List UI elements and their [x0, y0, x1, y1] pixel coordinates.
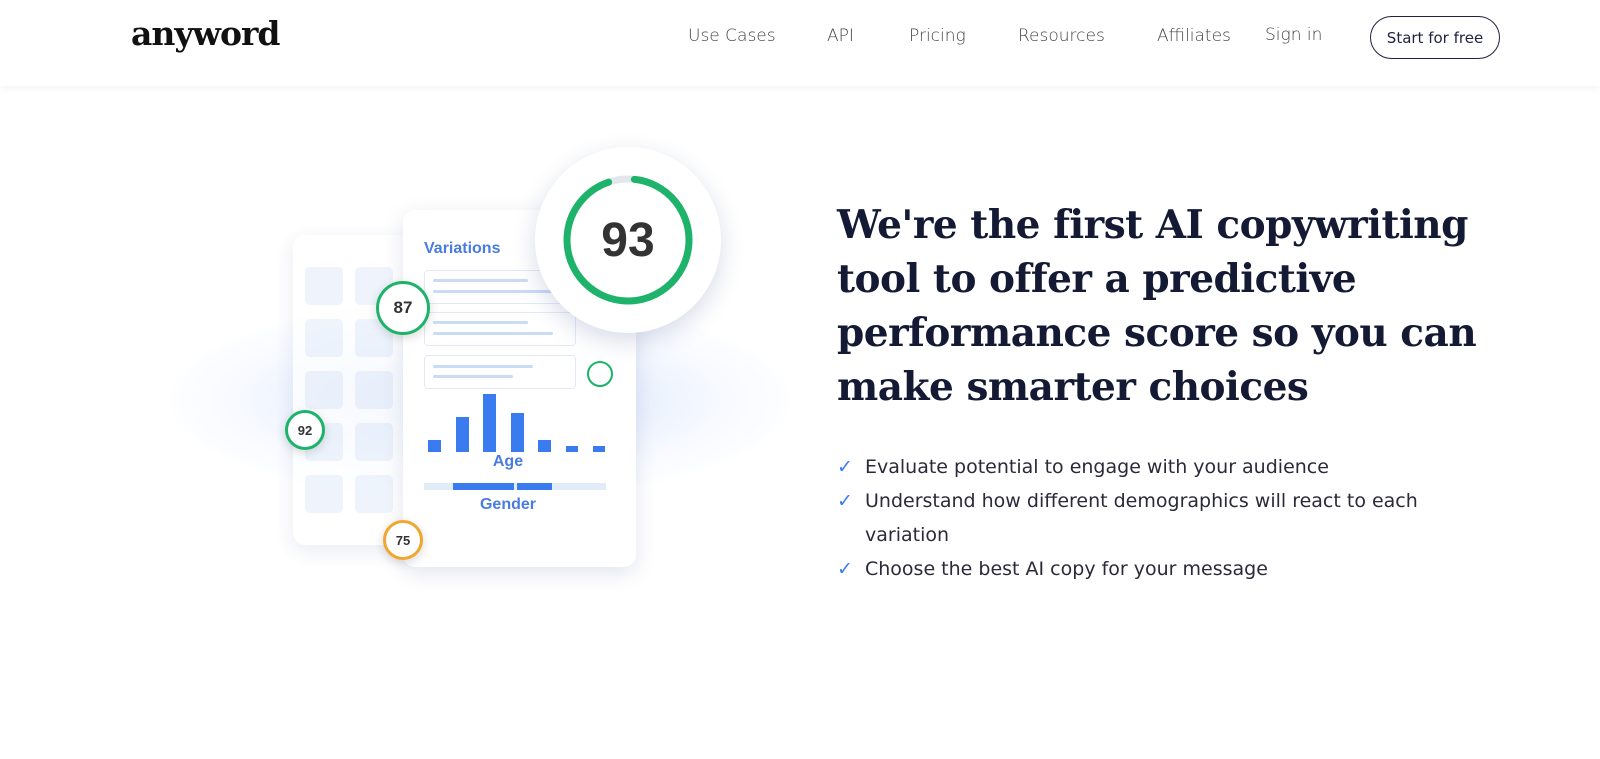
age-bar	[455, 417, 469, 452]
score-badge-87: 87	[376, 281, 430, 335]
nav-affiliates[interactable]: Affiliates	[1157, 26, 1231, 46]
gender-bar-female	[517, 483, 552, 490]
age-bar	[538, 440, 551, 452]
score-badge-75: 75	[383, 520, 423, 560]
hero-headline: We're the first AI copywriting tool to o…	[837, 202, 1477, 410]
background-card	[293, 235, 408, 545]
main-score-badge: 93	[535, 147, 721, 333]
check-icon: ✓	[837, 456, 853, 478]
nav-pricing[interactable]: Pricing	[909, 26, 966, 46]
feature-list: ✓ Evaluate potential to engage with your …	[837, 450, 1457, 586]
age-bar	[483, 394, 496, 452]
check-icon: ✓	[837, 558, 853, 580]
sign-in-link[interactable]: Sign in	[1265, 25, 1322, 45]
site-header: anyword Use Cases API Pricing Resources …	[0, 0, 1600, 86]
nav-resources[interactable]: Resources	[1018, 26, 1105, 46]
age-label: Age	[492, 453, 524, 470]
nav-use-cases[interactable]: Use Cases	[688, 26, 776, 46]
age-bar	[428, 440, 441, 452]
variations-title: Variations	[424, 240, 501, 257]
feature-item: ✓ Understand how different demographics w…	[837, 484, 1457, 552]
start-for-free-button[interactable]: Start for free	[1370, 16, 1500, 59]
main-score: 93	[601, 213, 655, 267]
score-badge-92: 92	[285, 410, 325, 450]
gender-label: Gender	[479, 496, 536, 513]
nav-api[interactable]: API	[827, 26, 854, 46]
age-bar	[510, 413, 524, 452]
check-icon: ✓	[837, 490, 853, 512]
feature-item: ✓ Choose the best AI copy for your messag…	[837, 552, 1457, 586]
logo[interactable]: anyword	[131, 14, 280, 53]
age-bar	[565, 446, 578, 452]
age-bar	[593, 446, 605, 452]
score-ring-icon	[587, 361, 613, 387]
gender-bar-male	[453, 483, 514, 490]
feature-item: ✓ Evaluate potential to engage with your …	[837, 450, 1457, 484]
